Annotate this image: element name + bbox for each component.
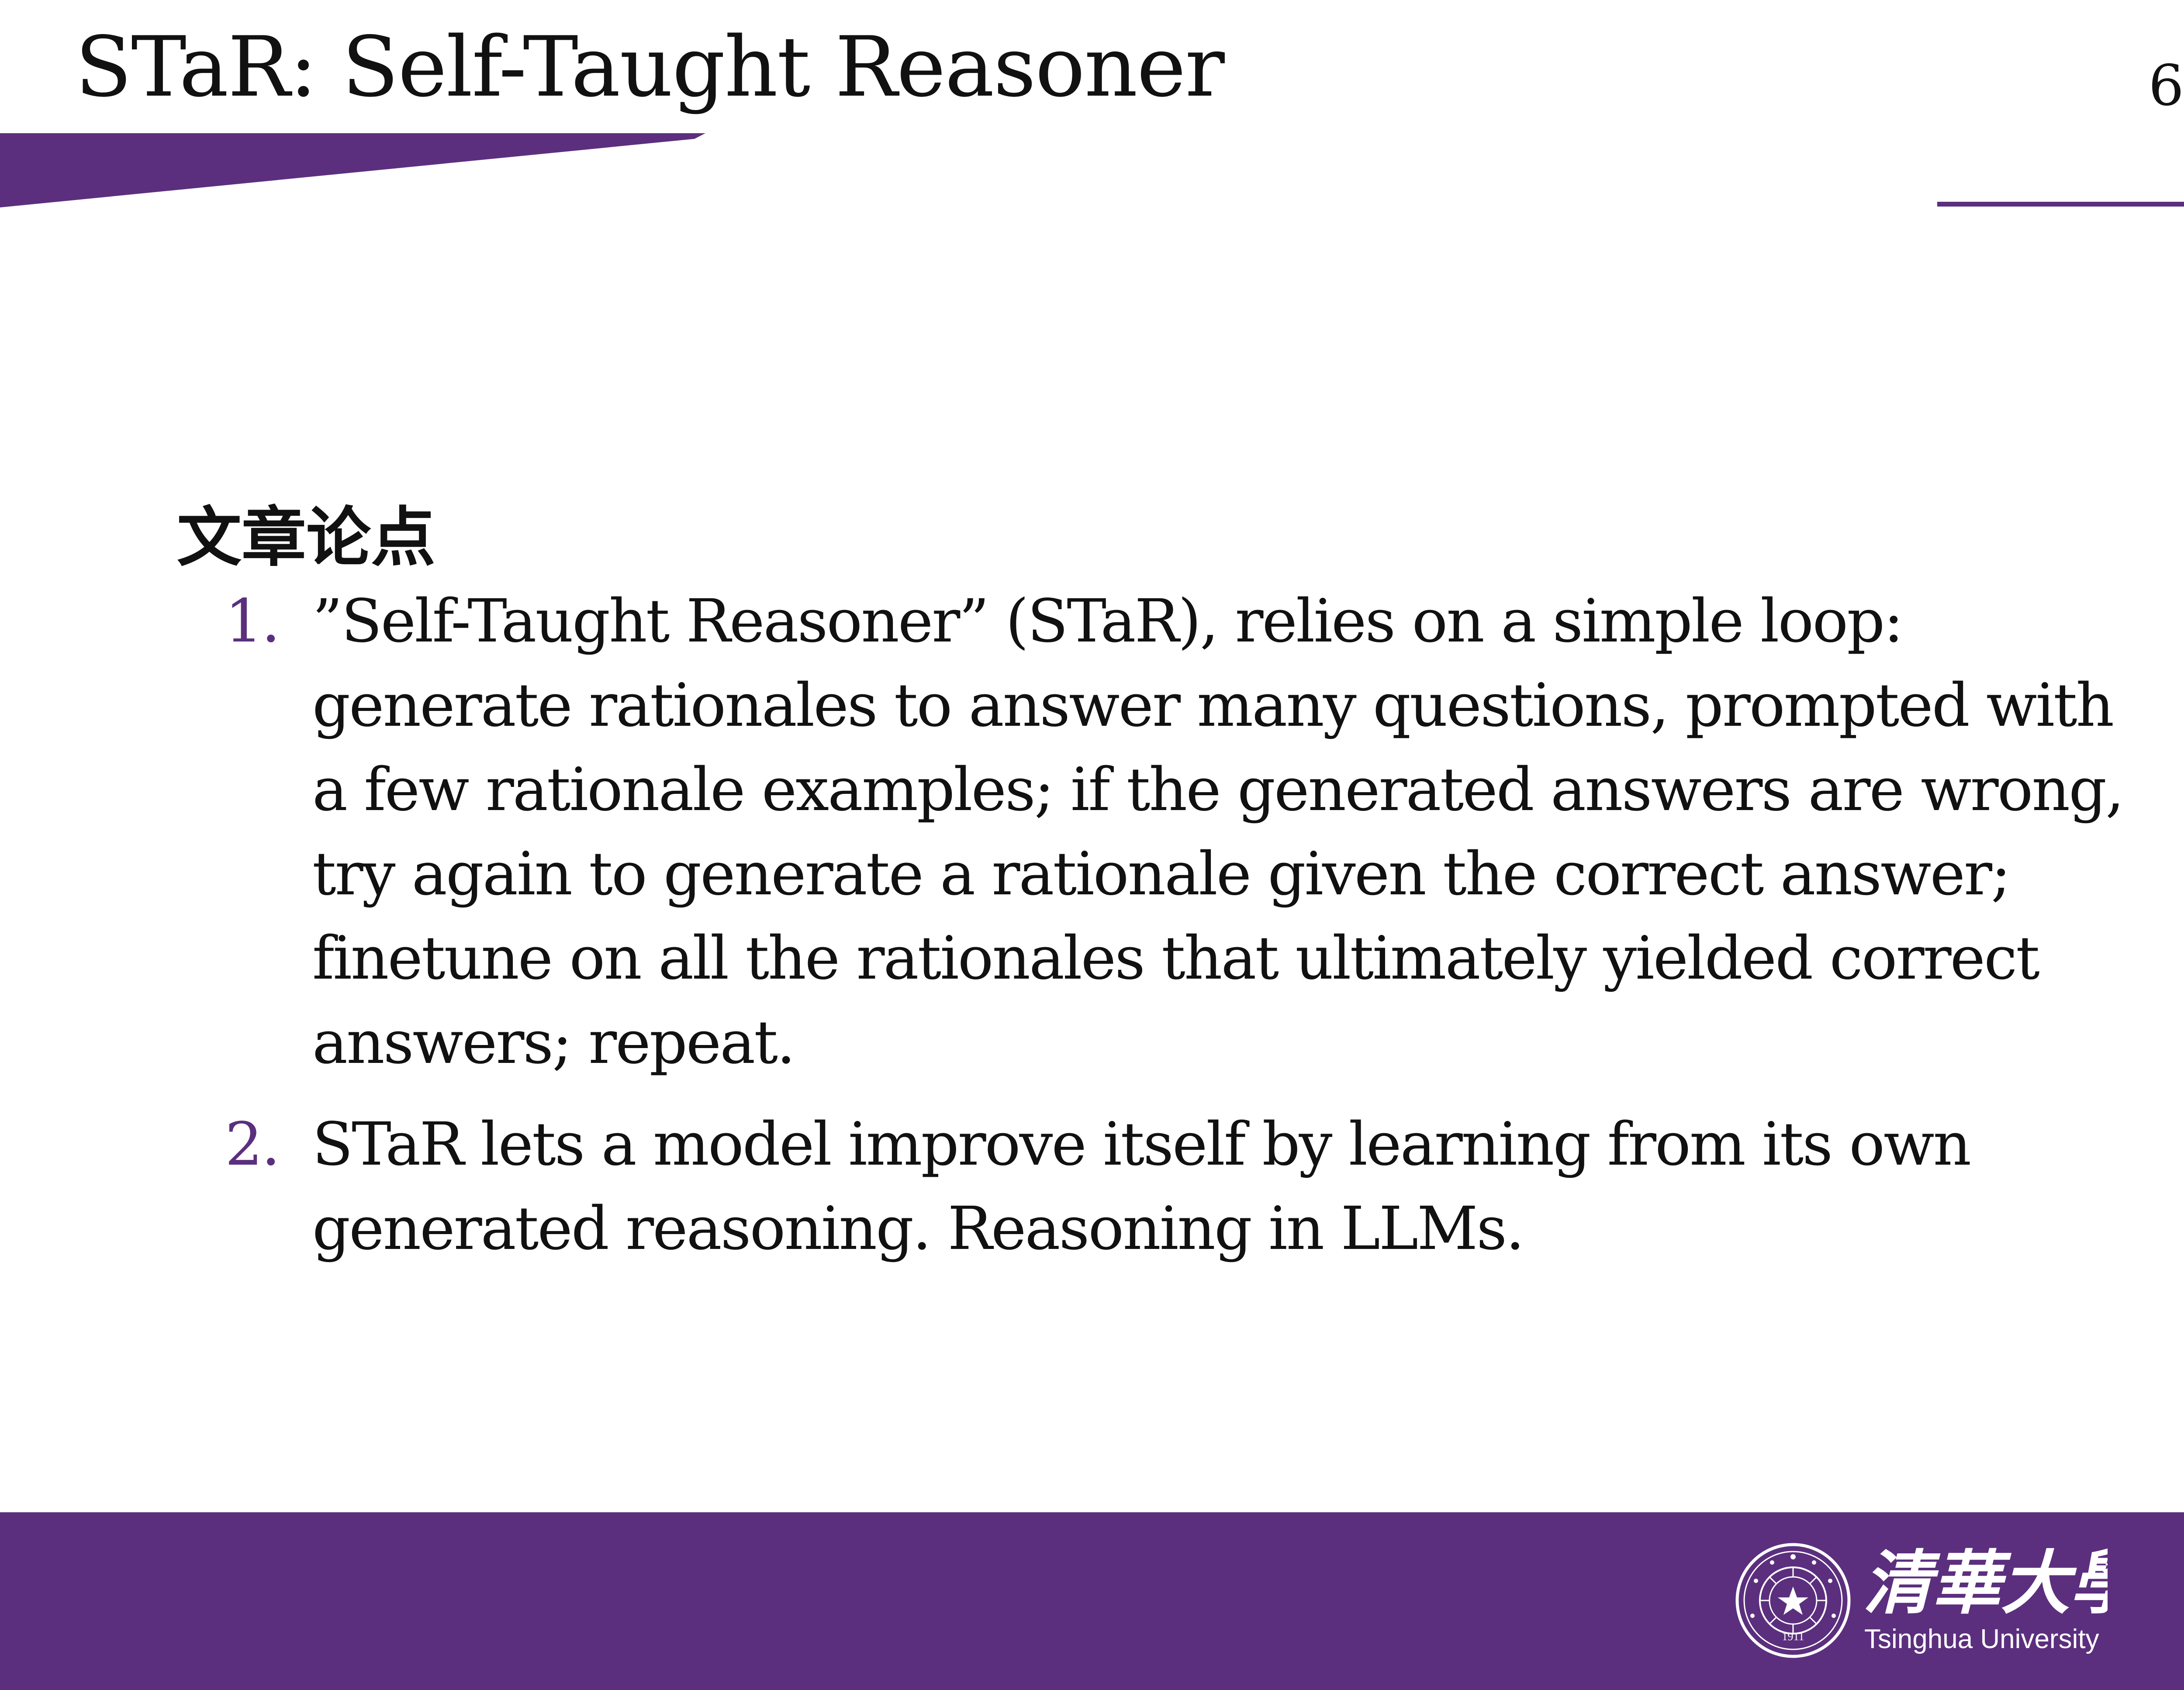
- argument-item: 2. STaR lets a model improve itself by l…: [177, 1103, 2125, 1271]
- argument-number: 1.: [225, 587, 280, 656]
- seal-year: 1911: [1782, 1630, 1804, 1643]
- header-right-rule: [1937, 202, 2184, 207]
- page-number: 6: [2148, 53, 2184, 118]
- logo-chinese-text: 清華大學: [1863, 1543, 2108, 1624]
- footer-band: [0, 1512, 2184, 1690]
- section-heading: 文章论点: [177, 500, 435, 575]
- tsinghua-logo-chinese: 清華大學: [1863, 1543, 2108, 1624]
- argument-item: 1. ”Self-Taught Reasoner” (STaR), relies…: [177, 579, 2125, 1085]
- argument-text: STaR lets a model improve itself by lear…: [312, 1110, 1971, 1264]
- logo-english-text: Tsinghua University: [1864, 1624, 2099, 1654]
- argument-text: ”Self-Taught Reasoner” (STaR), relies on…: [312, 587, 2124, 1078]
- argument-number: 2.: [225, 1110, 280, 1180]
- title-underline-bar: [0, 133, 705, 207]
- argument-list: 1. ”Self-Taught Reasoner” (STaR), relies…: [177, 579, 2125, 1271]
- tsinghua-seal-icon: 1911: [1735, 1543, 1851, 1658]
- slide-content: 文章论点 1. ”Self-Taught Reasoner” (STaR), r…: [177, 496, 2125, 1289]
- title-bar-shape: [0, 133, 705, 207]
